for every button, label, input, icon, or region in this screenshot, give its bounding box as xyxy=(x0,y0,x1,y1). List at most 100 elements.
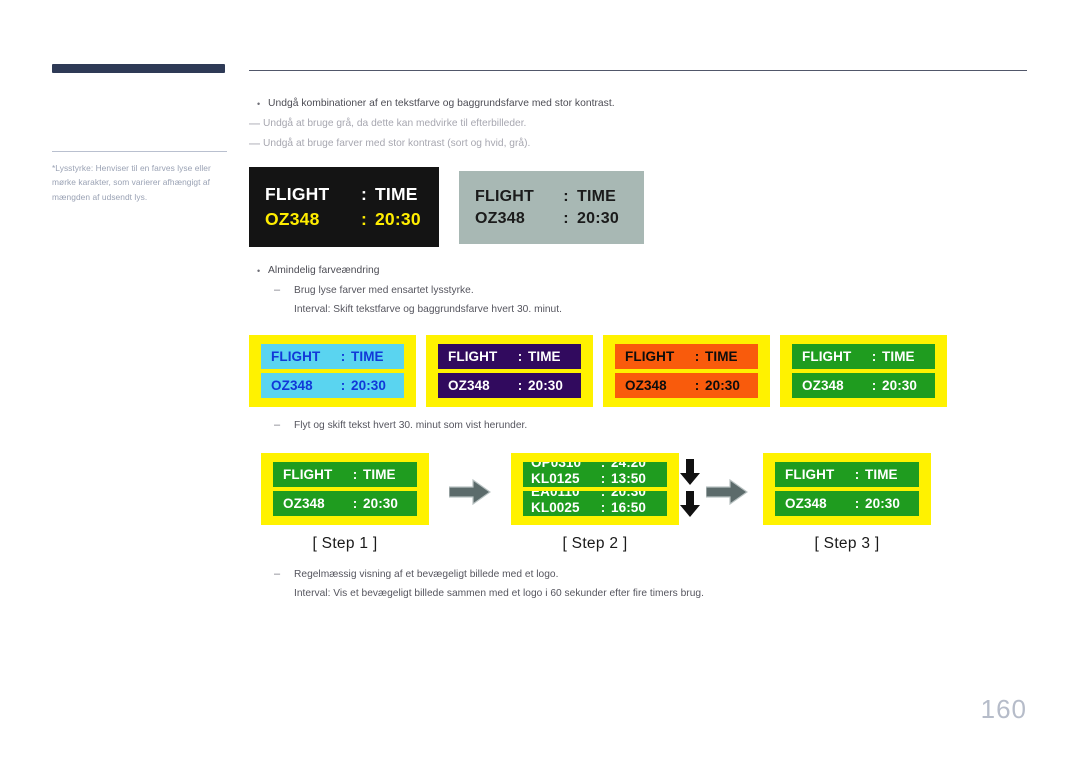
flight-code: OZ348 xyxy=(625,378,667,394)
flight-label: FLIGHT xyxy=(785,467,835,483)
time-label: TIME xyxy=(528,349,561,365)
separator-icon: : xyxy=(517,378,523,394)
flight-time: 20:30 xyxy=(882,378,918,394)
step-1-block: FLIGHT : TIME OZ348 : 20:30 [ Step 1 ] xyxy=(261,453,429,552)
separator-icon: : xyxy=(600,462,606,471)
step-3-label: [ Step 3 ] xyxy=(814,535,880,553)
separator-icon: : xyxy=(600,471,606,487)
sub-move-text-text: Flyt og skift tekst hvert 30. minut som … xyxy=(294,420,528,432)
separator-icon: : xyxy=(854,467,860,483)
scroll-line: KL0025 : 16:50 xyxy=(531,500,659,516)
move-text-guidance-block: – Flyt og skift tekst hvert 30. minut so… xyxy=(249,416,1027,435)
flight-label: FLIGHT xyxy=(802,349,852,365)
flight-time: 20:30 xyxy=(375,209,421,230)
moving-image-guidance-block: – Regelmæssig visning af et bevægeligt b… xyxy=(249,565,1027,603)
panel-row-header: FLIGHT : TIME xyxy=(615,344,758,370)
bullet-contrast-text: Undgå kombinationer af en tekstfarve og … xyxy=(268,98,615,110)
bullet-color-change-text: Almindelig farveændring xyxy=(268,265,380,277)
sub-move-text-row: – Flyt og skift tekst hvert 30. minut so… xyxy=(249,416,1027,435)
flight-label: FLIGHT xyxy=(625,349,675,365)
scroll-lines-bottom: EA0110 : 20:30 KL0025 : 16:50 xyxy=(531,491,659,516)
purple-display-panel: FLIGHT : TIME OZ348 : 20:30 xyxy=(426,335,593,408)
arrow-step2-to-step3 xyxy=(705,479,749,510)
panel-row-scroll-top: OP0310 : 24:20 KL0125 : 13:50 xyxy=(523,462,667,488)
flight-time: 20:30 xyxy=(351,378,387,394)
gray-display-panel: FLIGHT : TIME OZ348 : 20:30 xyxy=(459,171,644,245)
panel-row-header: FLIGHT : TIME xyxy=(265,184,423,205)
arrow-step1-to-step2 xyxy=(448,479,492,510)
panel-row-value: OZ348 : 20:30 xyxy=(475,210,628,228)
sidebar-accent-bar xyxy=(52,64,225,73)
scroll-down-arrows-second xyxy=(679,491,701,523)
panel-row-value: OZ348 : 20:30 xyxy=(261,373,404,399)
flight-code: OP0310 xyxy=(531,462,582,471)
scroll-line: OP0310 : 24:20 xyxy=(531,462,659,471)
scroll-lines-top: OP0310 : 24:20 KL0125 : 13:50 xyxy=(531,462,659,487)
flight-time: 20:30 xyxy=(577,209,619,227)
flight-code: OZ348 xyxy=(283,496,325,512)
sub-moving-image-text: Regelmæssig visning af et bevægeligt bil… xyxy=(294,569,559,581)
flight-time: 24:20 xyxy=(611,462,647,471)
separator-icon: : xyxy=(360,209,368,230)
separator-icon: : xyxy=(600,491,606,500)
panel-row-value: OZ348 : 20:30 xyxy=(615,373,758,399)
flight-time: 16:50 xyxy=(611,500,647,516)
scroll-line: KL0125 : 13:50 xyxy=(531,471,659,487)
time-label: TIME xyxy=(882,349,915,365)
separator-icon: : xyxy=(694,349,700,365)
panel-row-header: FLIGHT : TIME xyxy=(792,344,935,370)
panel-row-header: FLIGHT : TIME xyxy=(475,188,628,206)
right-arrow-icon xyxy=(448,479,492,506)
step-sequence: FLIGHT : TIME OZ348 : 20:30 [ Step 1 ] O… xyxy=(249,453,1027,561)
orange-display-panel: FLIGHT : TIME OZ348 : 20:30 xyxy=(603,335,770,408)
time-label: TIME xyxy=(375,184,418,205)
separator-icon: : xyxy=(340,378,346,394)
panel-row-header: FLIGHT : TIME xyxy=(775,462,919,488)
sub-bright-colors-text: Brug lyse farver med ensartet lysstyrke. xyxy=(294,285,474,297)
dash-gray-text: Undgå at bruge grå, da dette kan medvirk… xyxy=(263,118,527,130)
flight-time: 20:30 xyxy=(865,496,901,512)
separator-icon: : xyxy=(600,500,606,516)
flight-label: FLIGHT xyxy=(271,349,321,365)
sub-moving-image-row: – Regelmæssig visning af et bevægeligt b… xyxy=(249,565,1027,584)
flight-label: FLIGHT xyxy=(475,187,534,205)
flight-time: 13:50 xyxy=(611,471,647,487)
dash-contrast-row: — Undgå at bruge farver med stor kontras… xyxy=(249,134,1027,154)
flight-code: KL0025 xyxy=(531,500,580,516)
step-2-label: [ Step 2 ] xyxy=(562,535,628,553)
time-label: TIME xyxy=(351,349,384,365)
color-change-guidance-block: • Almindelig farveændring – Brug lyse fa… xyxy=(249,261,1027,319)
dash-icon: — xyxy=(249,138,260,151)
step-2-block: OP0310 : 24:20 KL0125 : 13:50 EA0110: 2… xyxy=(511,453,679,552)
bullet-color-change-row: • Almindelig farveændring xyxy=(249,261,1027,281)
dash-icon: — xyxy=(249,118,260,131)
panel-row-header: FLIGHT : TIME xyxy=(438,344,581,370)
separator-icon: : xyxy=(352,467,358,483)
panel-row-header: FLIGHT : TIME xyxy=(273,462,417,488)
time-label: TIME xyxy=(705,349,738,365)
flight-time: 20:30 xyxy=(528,378,564,394)
panel-row-header: FLIGHT : TIME xyxy=(261,344,404,370)
down-arrow-icon xyxy=(680,491,700,518)
flight-code: OZ348 xyxy=(271,378,313,394)
separator-icon: : xyxy=(563,209,569,227)
dash-contrast-text: Undgå at bruge farver med stor kontrast … xyxy=(263,138,531,150)
separator-icon: : xyxy=(340,349,346,365)
panel-row-scroll-bottom: EA0110 : 20:30 KL0025 : 16:50 xyxy=(523,491,667,517)
flight-code: OZ348 xyxy=(475,209,525,227)
page-number: 160 xyxy=(980,694,1027,724)
sub-dash-icon: – xyxy=(274,568,281,581)
content-top-rule xyxy=(249,70,1027,72)
separator-icon: : xyxy=(563,187,569,205)
step-3-panel: FLIGHT : TIME OZ348 : 20:30 xyxy=(763,453,931,526)
flight-code: OZ348 xyxy=(448,378,490,394)
separator-icon: : xyxy=(360,184,368,205)
time-label: TIME xyxy=(577,187,617,205)
cyan-display-panel: FLIGHT : TIME OZ348 : 20:30 xyxy=(249,335,416,408)
step-1-panel: FLIGHT : TIME OZ348 : 20:30 xyxy=(261,453,429,526)
flight-code: OZ348 xyxy=(265,209,320,230)
flight-code: KL0125 xyxy=(531,471,580,487)
flight-label: FLIGHT xyxy=(448,349,498,365)
separator-icon: : xyxy=(854,496,860,512)
scroll-down-arrows xyxy=(679,459,701,491)
